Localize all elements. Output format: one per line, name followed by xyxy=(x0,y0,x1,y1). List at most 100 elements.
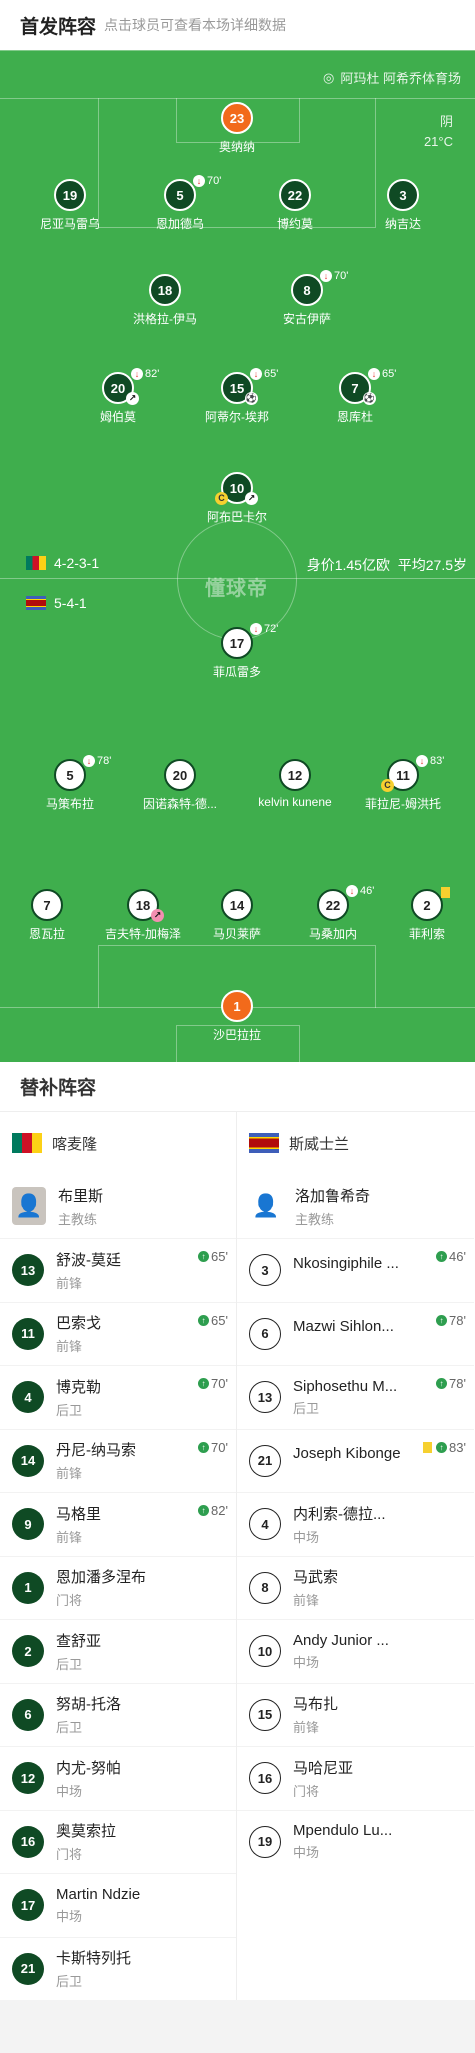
home-player[interactable]: 8 ↓ 70' 安古伊萨 xyxy=(247,270,367,327)
away-player[interactable]: 2 菲利索 xyxy=(367,887,475,942)
jersey-number: 3 xyxy=(387,179,419,211)
away-player[interactable]: 11 ↓ 83' C 菲拉尼-姆洪托 xyxy=(343,755,463,812)
home-player[interactable]: 18 洪格拉-伊马 xyxy=(105,274,225,327)
player-name: Martin Ndzie xyxy=(56,1885,141,1903)
captain-icon: C xyxy=(381,779,394,792)
home-player[interactable]: 15 ↓ 65' ⚽ 阿蒂尔-埃邦 xyxy=(177,368,297,425)
sub-player-row[interactable]: 3 Nkosingiphile ... ↑ 46' xyxy=(237,1238,474,1302)
sub-out-icon: ↓ 65' xyxy=(368,368,396,380)
player-name: 马武索 xyxy=(293,1569,339,1587)
sub-player-row[interactable]: 9 马格里 前锋 ↑ 82' xyxy=(0,1492,236,1556)
sub-player-row[interactable]: 4 博克勒 后卫 ↑ 70' xyxy=(0,1365,236,1429)
home-coach[interactable]: 👤 布里斯 主教练 xyxy=(0,1174,236,1238)
weather-text: 阴 xyxy=(439,114,453,129)
jersey-number: 21 xyxy=(249,1444,281,1477)
sub-player-row[interactable]: 14 丹尼-纳马索 前锋 ↑ 70' xyxy=(0,1428,236,1493)
jersey-number: 4 xyxy=(249,1508,281,1541)
sub-player-row[interactable]: 16 马哈尼亚 门将 xyxy=(237,1746,474,1810)
sub-out-icon: ↓ 70' xyxy=(320,270,348,282)
home-team-header: 喀麦隆 xyxy=(0,1112,236,1174)
home-player[interactable]: 7 ↓ 65' ⚽ 恩库杜 xyxy=(295,368,415,425)
player-position: 中场 xyxy=(293,1845,320,1861)
jersey-number: 20 ↓ 82' ↗ xyxy=(102,368,159,405)
sub-player-row[interactable]: 15 马布扎 前锋 xyxy=(237,1682,474,1747)
sub-in-icon: ↑ xyxy=(436,1378,448,1389)
home-subs: 喀麦隆 👤 布里斯 主教练 13 舒波-莫廷 前锋 ↑ 65' 11 巴索戈 前锋 ↑ 65' 4 博克勒… xyxy=(0,1112,237,2000)
sub-player-row[interactable]: 6 努胡-托洛 后卫 xyxy=(0,1682,236,1747)
jersey-number: 11 xyxy=(12,1317,44,1350)
captain-icon: C xyxy=(215,492,228,505)
player-name: 博克勒 xyxy=(56,1378,102,1396)
goal-icon: ⚽ xyxy=(245,392,258,405)
jersey-number: 17 ↓ 72' xyxy=(221,623,278,659)
sub-player-row[interactable]: 21 Joseph Kibonge ↑ 83' xyxy=(237,1428,474,1493)
jersey-number: 16 xyxy=(12,1825,44,1858)
sub-player-row[interactable]: 21 卡斯特列托 后卫 xyxy=(0,1936,236,2001)
home-player[interactable]: 23 奥纳纳 xyxy=(177,102,297,155)
home-player[interactable]: 19 尼亚马雷乌 xyxy=(10,179,130,232)
jersey-number: 19 xyxy=(54,179,86,211)
sub-player-row[interactable]: 10 Andy Junior ... 中场 xyxy=(237,1619,474,1683)
home-player[interactable]: 5 ↓ 70' 恩加德乌 xyxy=(120,175,240,232)
sub-minute: 70' xyxy=(207,175,222,187)
sub-player-row[interactable]: 4 内利索-德拉... 中场 xyxy=(237,1492,474,1556)
sub-player-row[interactable]: 16 奥莫索拉 门将 xyxy=(0,1809,236,1874)
player-name: 尼亚马雷乌 xyxy=(39,217,100,231)
sub-player-row[interactable]: 11 巴索戈 前锋 ↑ 65' xyxy=(0,1301,236,1366)
sub-player-row[interactable]: 13 舒波-莫廷 前锋 ↑ 65' xyxy=(0,1238,236,1302)
away-player[interactable]: 5 ↓ 78' 马策布拉 xyxy=(10,755,130,812)
player-name: 马哈尼亚 xyxy=(293,1759,354,1777)
sub-player-row[interactable]: 12 内尤-努帕 中场 xyxy=(0,1746,236,1810)
sub-player-row[interactable]: 17 Martin Ndzie 中场 xyxy=(0,1873,236,1937)
jersey-number: 21 xyxy=(12,1952,44,1985)
away-player[interactable]: 20 因诺森特-德... xyxy=(120,759,240,812)
away-team-header: 斯威士兰 xyxy=(237,1112,474,1174)
sub-in-time: ↑ 70' xyxy=(198,1376,228,1391)
jersey-number: 1 xyxy=(12,1571,44,1604)
player-name: 阿蒂尔-埃邦 xyxy=(205,410,269,424)
yellow-card-icon xyxy=(423,1441,433,1453)
jersey-number: 18 ↗ xyxy=(127,889,164,922)
away-player[interactable]: 17 ↓ 72' 菲瓜雷多 xyxy=(177,623,297,680)
sub-in-time: ↑ 46' xyxy=(436,1249,466,1264)
sub-in-icon: ↑ xyxy=(198,1251,210,1262)
player-name: 马布扎 xyxy=(293,1696,339,1714)
player-name: 奥纳纳 xyxy=(218,140,255,154)
sub-in-icon: ↑ xyxy=(436,1441,448,1453)
sub-player-row[interactable]: 2 查舒亚 后卫 xyxy=(0,1619,236,1683)
player-name: 菲拉尼-姆洪托 xyxy=(365,797,441,811)
home-player[interactable]: 22 博约莫 xyxy=(235,179,355,232)
away-player[interactable]: 1 沙巴拉拉 xyxy=(177,990,297,1043)
venue-name: 阿玛杜 阿希乔体育场 xyxy=(340,71,461,86)
player-name: 菲利索 xyxy=(408,927,445,941)
player-position: 前锋 xyxy=(56,1339,83,1355)
sub-in-icon: ↑ xyxy=(436,1251,448,1262)
jersey-number: 20 xyxy=(164,759,196,791)
player-name: Andy Junior ... xyxy=(293,1631,389,1649)
jersey-number: 17 xyxy=(12,1889,44,1922)
away-subs: 斯威士兰 👤 洛加鲁希奇 主教练 3 Nkosingiphile ... ↑ 46' 6 Ma… xyxy=(237,1112,474,2000)
player-position: 后卫 xyxy=(56,1402,83,1418)
player-position: 中场 xyxy=(56,1783,83,1799)
sub-player-row[interactable]: 6 Mazwi Sihlon... ↑ 78' xyxy=(237,1301,474,1366)
sub-in-icon: ↑ xyxy=(198,1378,210,1389)
player-name: 马格里 xyxy=(56,1505,102,1523)
jersey-number: 10 ↗ C xyxy=(215,472,258,505)
player-name: 安古伊萨 xyxy=(282,312,331,326)
jersey-number: 18 xyxy=(149,274,181,306)
sub-in-icon: ↑ xyxy=(198,1441,210,1453)
sub-player-row[interactable]: 1 恩加潘多涅布 门将 xyxy=(0,1555,236,1620)
sub-player-row[interactable]: 19 Mpendulo Lu... 中场 xyxy=(237,1809,474,1874)
player-name: 努胡-托洛 xyxy=(56,1696,121,1714)
jersey-number: 5 ↓ 70' xyxy=(164,175,221,211)
home-player[interactable]: 10 ↗ C 阿布巴卡尔 xyxy=(177,472,297,525)
sub-minute: 70' xyxy=(211,1439,228,1455)
away-coach[interactable]: 👤 洛加鲁希奇 主教练 xyxy=(237,1174,474,1238)
player-name: 博约莫 xyxy=(276,217,313,231)
home-player[interactable]: 3 纳吉达 xyxy=(343,179,463,232)
away-player[interactable]: 12 kelvin kunene xyxy=(235,759,355,809)
sub-player-row[interactable]: 13 Siphosethu M... 后卫 ↑ 78' xyxy=(237,1365,474,1429)
sub-player-row[interactable]: 8 马武索 前锋 xyxy=(237,1555,474,1620)
assist-icon: ↗ xyxy=(245,492,258,505)
home-player[interactable]: 20 ↓ 82' ↗ 姆伯莫 xyxy=(58,368,178,425)
